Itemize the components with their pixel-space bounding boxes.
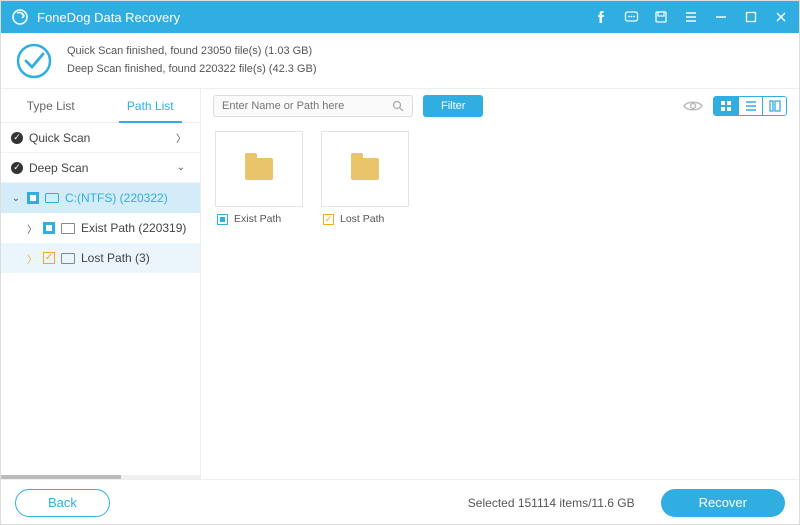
item-label: Lost Path <box>340 213 384 225</box>
item-checkbox[interactable] <box>323 214 334 225</box>
minimize-icon[interactable] <box>713 9 729 25</box>
close-icon[interactable] <box>773 9 789 25</box>
view-mode-segment <box>713 96 787 116</box>
view-detail-icon[interactable] <box>762 97 786 115</box>
search-icon <box>392 100 404 112</box>
disk-icon <box>45 193 59 203</box>
search-input[interactable] <box>213 95 413 117</box>
status-quick-scan: Quick Scan finished, found 23050 file(s)… <box>67 43 316 61</box>
folder-icon <box>245 158 273 180</box>
search-field[interactable] <box>222 100 392 112</box>
menu-icon[interactable] <box>683 9 699 25</box>
checkbox-icon[interactable] <box>27 192 39 204</box>
chevron-right-icon: 〉 <box>27 221 37 236</box>
check-dot-icon: ✓ <box>11 132 23 144</box>
folder-icon <box>61 223 75 234</box>
tree-label: Exist Path (220319) <box>81 221 186 235</box>
check-dot-icon: ✓ <box>11 162 23 174</box>
path-tree: ✓ Quick Scan 〉 ✓ Deep Scan ⌄ ⌄ C:(NTFS) (2… <box>1 123 200 475</box>
chevron-down-icon: ⌄ <box>176 162 186 173</box>
tree-label: Deep Scan <box>29 161 88 175</box>
checkbox-icon[interactable] <box>43 222 55 234</box>
item-label: Exist Path <box>234 213 281 225</box>
maximize-icon[interactable] <box>743 9 759 25</box>
folder-thumb <box>215 131 303 207</box>
recover-button[interactable]: Recover <box>661 489 785 517</box>
app-title: FoneDog Data Recovery <box>37 10 593 25</box>
tree-lost-path[interactable]: 〉 Lost Path (3) <box>1 243 200 273</box>
sidebar-scrollbar[interactable] <box>1 475 200 479</box>
footer: Back Selected 151114 items/11.6 GB Recov… <box>1 479 799 525</box>
chevron-down-icon: ⌄ <box>11 193 21 204</box>
tree-drive[interactable]: ⌄ C:(NTFS) (220322) <box>1 183 200 213</box>
scan-status: Quick Scan finished, found 23050 file(s)… <box>1 33 799 89</box>
checkmark-circle-icon <box>15 42 53 80</box>
tab-type-list[interactable]: Type List <box>1 89 101 122</box>
item-checkbox[interactable] <box>217 214 228 225</box>
chevron-right-icon: 〉 <box>27 251 37 266</box>
folder-icon <box>351 158 379 180</box>
app-logo-icon <box>11 8 29 26</box>
selection-summary: Selected 151114 items/11.6 GB <box>468 496 635 510</box>
folder-icon <box>61 253 75 264</box>
tree-label: Lost Path (3) <box>81 251 150 265</box>
titlebar: FoneDog Data Recovery <box>1 1 799 33</box>
tree-deep-scan[interactable]: ✓ Deep Scan ⌄ <box>1 153 200 183</box>
sidebar: Type List Path List ✓ Quick Scan 〉 ✓ Deep … <box>1 89 201 479</box>
main-panel: Filter Exist Path Lost Path <box>201 89 799 479</box>
tree-label: C:(NTFS) (220322) <box>65 191 168 205</box>
tab-path-list[interactable]: Path List <box>101 89 201 122</box>
item-grid: Exist Path Lost Path <box>201 123 799 479</box>
back-button[interactable]: Back <box>15 489 110 517</box>
checkbox-icon[interactable] <box>43 252 55 264</box>
toolbar: Filter <box>201 89 799 123</box>
save-icon[interactable] <box>653 9 669 25</box>
view-list-icon[interactable] <box>738 97 762 115</box>
chevron-right-icon: 〉 <box>176 130 186 145</box>
folder-item-lost[interactable]: Lost Path <box>321 131 409 225</box>
facebook-icon[interactable] <box>593 9 609 25</box>
status-deep-scan: Deep Scan finished, found 220322 file(s)… <box>67 61 316 79</box>
feedback-icon[interactable] <box>623 9 639 25</box>
folder-item-exist[interactable]: Exist Path <box>215 131 303 225</box>
filter-button[interactable]: Filter <box>423 95 483 117</box>
folder-thumb <box>321 131 409 207</box>
tree-label: Quick Scan <box>29 131 90 145</box>
tree-exist-path[interactable]: 〉 Exist Path (220319) <box>1 213 200 243</box>
preview-eye-icon[interactable] <box>683 99 703 113</box>
tree-quick-scan[interactable]: ✓ Quick Scan 〉 <box>1 123 200 153</box>
view-grid-icon[interactable] <box>714 97 738 115</box>
